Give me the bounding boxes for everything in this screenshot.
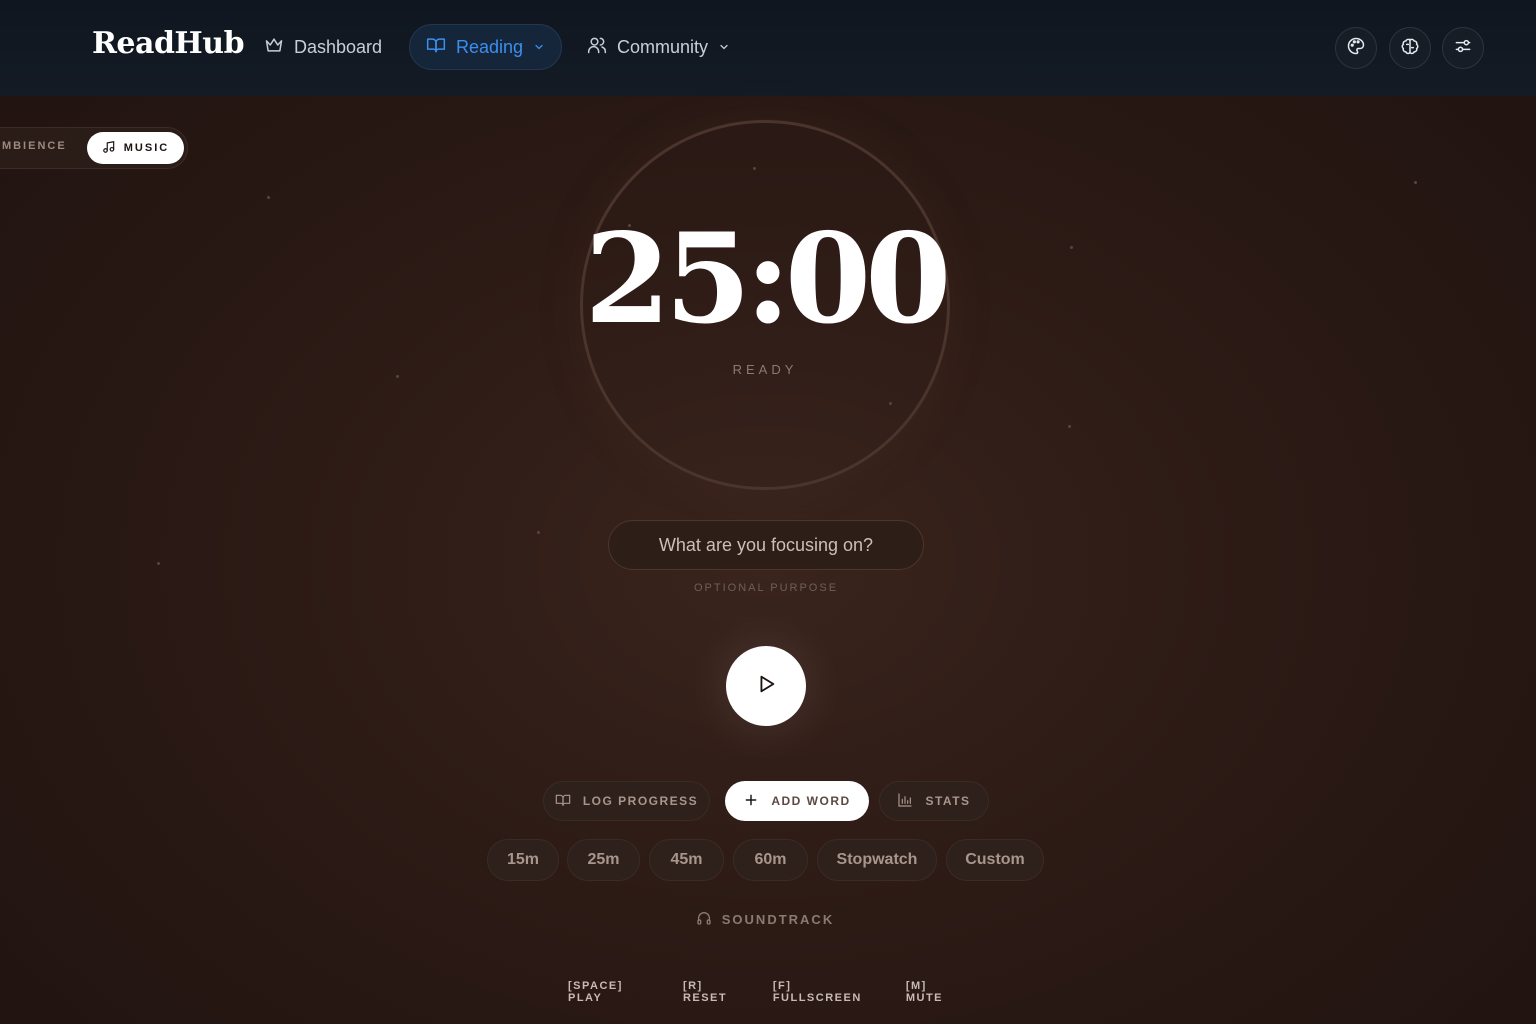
add-word-label: ADD WORD [771, 794, 851, 808]
particle [157, 562, 160, 565]
preset-25m-button[interactable]: 25m [567, 839, 640, 881]
nav-community[interactable]: Community [571, 24, 746, 70]
preset-15m-button[interactable]: 15m [487, 839, 559, 881]
stats-button[interactable]: STATS [879, 781, 989, 821]
palette-button[interactable] [1335, 27, 1377, 69]
brain-button[interactable] [1389, 27, 1431, 69]
nav-reading-label: Reading [456, 36, 524, 57]
nav-dashboard[interactable]: Dashboard [248, 24, 398, 70]
palette-icon [1346, 36, 1366, 61]
nav-reading[interactable]: Reading [409, 24, 562, 70]
play-button[interactable] [726, 646, 806, 726]
soundtrack-button[interactable]: SOUNDTRACK [690, 910, 840, 929]
sliders-icon [1453, 36, 1473, 61]
particle [1414, 181, 1417, 184]
bar-chart-icon [897, 792, 913, 811]
preset-custom-button[interactable]: Custom [946, 839, 1044, 881]
stats-label: STATS [925, 794, 971, 808]
focus-purpose-hint: OPTIONAL PURPOSE [693, 582, 839, 594]
brain-icon [1400, 36, 1420, 61]
preset-60m-button[interactable]: 60m [733, 839, 808, 881]
log-progress-button[interactable]: LOG PROGRESS [543, 781, 710, 821]
app-logo[interactable]: ReadHub [92, 26, 245, 61]
particle [267, 196, 270, 199]
headphones-icon [696, 910, 712, 929]
timer-display: 25:00 [584, 207, 952, 352]
preset-stopwatch-button[interactable]: Stopwatch [817, 839, 937, 881]
shortcut-fullscreen: [F] FULLSCREEN [772, 980, 862, 1004]
chevron-down-icon [533, 37, 545, 58]
music-note-icon [102, 140, 116, 157]
particle [1070, 246, 1073, 249]
book-open-icon [555, 792, 571, 811]
shortcut-reset: [R] RESET [682, 980, 728, 1004]
add-word-button[interactable]: ADD WORD [725, 781, 869, 821]
mode-music-label: MUSIC [123, 142, 170, 154]
users-icon [587, 35, 607, 60]
crown-icon [264, 35, 284, 60]
focus-purpose-input[interactable] [608, 520, 924, 570]
plus-icon [743, 792, 759, 811]
soundtrack-label: SOUNDTRACK [721, 912, 835, 927]
nav-community-label: Community [617, 36, 709, 57]
keyboard-shortcuts-hint: [SPACE] PLAY [R] RESET [F] FULLSCREEN [M… [568, 980, 968, 1004]
particle [537, 531, 540, 534]
log-progress-label: LOG PROGRESS [582, 794, 699, 808]
mode-music-tab[interactable]: MUSIC [87, 132, 184, 164]
shortcut-play: [SPACE] PLAY [568, 980, 623, 1004]
timer-status: READY [732, 362, 798, 377]
shortcut-mute: [M] MUTE [905, 980, 944, 1004]
chevron-down-icon [718, 37, 730, 58]
nav-dashboard-label: Dashboard [294, 36, 383, 57]
particle [396, 375, 399, 378]
top-navigation-bar: ReadHub Dashboard Reading Community [0, 0, 1536, 96]
settings-button[interactable] [1442, 27, 1484, 69]
preset-45m-button[interactable]: 45m [649, 839, 724, 881]
particle [1068, 425, 1071, 428]
book-open-icon [426, 35, 446, 60]
mode-ambience-tab[interactable]: AMBIENCE [0, 140, 67, 152]
play-icon [755, 673, 777, 700]
